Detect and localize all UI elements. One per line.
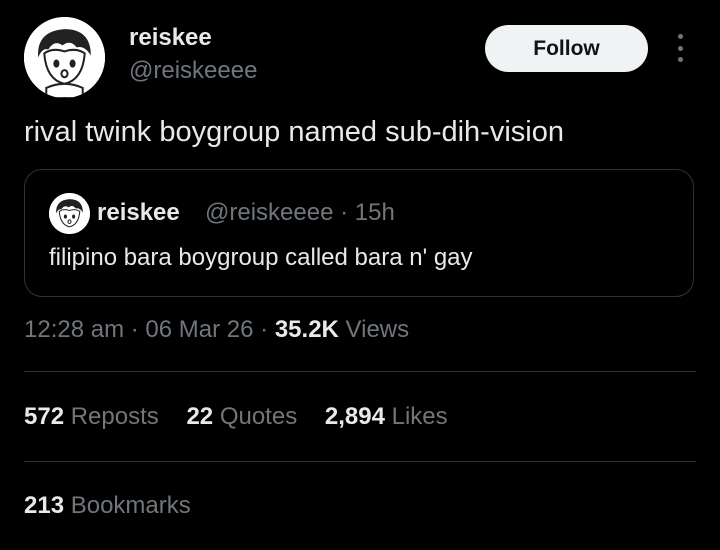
reposts-link[interactable]: 572 Reposts — [24, 403, 159, 431]
quotes-label: Quotes — [219, 403, 298, 430]
cartoon-boy-avatar-icon — [49, 193, 90, 234]
meta-separator: · — [130, 316, 146, 343]
engagement-stats: 572 Reposts 22 Quotes 2,894 Likes — [24, 403, 469, 431]
reposts-count: 572 — [24, 403, 65, 430]
likes-count: 2,894 — [324, 403, 385, 430]
bookmarks-label: Bookmarks — [70, 492, 191, 519]
likes-label: Likes — [391, 403, 448, 430]
avatar[interactable] — [24, 17, 105, 98]
tweet-meta: 12:28 am · 06 Mar 26 · 35.2K Views — [24, 316, 409, 344]
quoted-text: filipino bara boygroup called bara n' ga… — [49, 244, 473, 271]
quotes-count: 22 — [186, 403, 214, 430]
quotes-link[interactable]: 22 Quotes — [186, 403, 297, 431]
divider — [24, 371, 696, 372]
cartoon-boy-avatar-icon — [24, 17, 105, 98]
author-handle[interactable]: @reiskeeee — [129, 57, 257, 85]
more-vertical-icon[interactable] — [672, 34, 688, 62]
post-date[interactable]: 06 Mar 26 — [145, 316, 253, 343]
views-label: Views — [345, 316, 410, 343]
meta-separator: · — [260, 316, 275, 343]
author-name[interactable]: reiskee — [129, 24, 212, 52]
follow-button[interactable]: Follow — [485, 25, 648, 72]
likes-link[interactable]: 2,894 Likes — [325, 403, 448, 431]
quoted-avatar — [49, 193, 90, 234]
views-count: 35.2K — [274, 316, 339, 343]
tweet-text: rival twink boygroup named sub-dih-visio… — [24, 116, 564, 148]
quoted-tweet[interactable]: reiskee @reiskeeee · 15h filipino bara b… — [24, 169, 694, 297]
bookmarks-link[interactable]: 213 Bookmarks — [24, 492, 191, 520]
quoted-meta: @reiskeeee · 15h — [205, 199, 395, 226]
post-time[interactable]: 12:28 am — [24, 316, 124, 343]
reposts-label: Reposts — [70, 403, 159, 430]
quoted-author-name: reiskee — [97, 199, 180, 226]
divider — [24, 461, 696, 462]
bookmarks-count: 213 — [24, 492, 65, 519]
